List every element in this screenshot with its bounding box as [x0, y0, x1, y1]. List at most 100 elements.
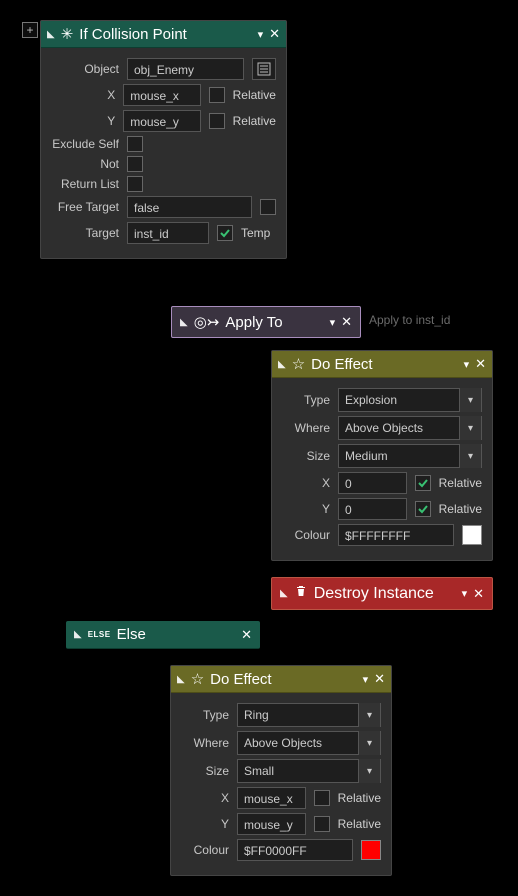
node-if-collision-point[interactable]: ◣ ✳ If Collision Point ▾ ✕ Object obj_En…: [40, 20, 287, 259]
apply-to-icon: ◎↣: [194, 313, 220, 331]
chevron-down-icon[interactable]: ▾: [459, 444, 481, 468]
node-title: Apply To: [225, 314, 323, 331]
y-input[interactable]: mouse_y: [237, 813, 306, 835]
close-icon[interactable]: ✕: [341, 314, 352, 330]
x-input[interactable]: mouse_x: [123, 84, 201, 106]
return-list-checkbox[interactable]: [127, 176, 143, 192]
collision-icon: ✳: [61, 25, 74, 43]
relative-y-checkbox[interactable]: [415, 501, 431, 517]
label-type: Type: [282, 393, 330, 407]
temp-checkbox[interactable]: [217, 225, 233, 241]
chevron-down-icon[interactable]: ▾: [358, 703, 380, 727]
collapse-triangle-icon[interactable]: ◣: [278, 359, 286, 370]
node-else[interactable]: ◣ ELSE Else ✕: [66, 621, 260, 649]
chevron-down-icon[interactable]: ▾: [330, 316, 336, 329]
chevron-down-icon[interactable]: ▾: [459, 388, 481, 412]
trash-icon: [294, 584, 308, 603]
relative-label: Relative: [439, 502, 482, 516]
temp-label: Temp: [241, 226, 270, 240]
label-y: Y: [51, 114, 115, 128]
object-input[interactable]: obj_Enemy: [127, 58, 244, 80]
node-header[interactable]: ◣ ✳ If Collision Point ▾ ✕: [41, 21, 286, 48]
size-select[interactable]: Small▾: [237, 759, 381, 783]
colour-input[interactable]: $FFFFFFFF: [338, 524, 454, 546]
collapse-triangle-icon[interactable]: ◣: [47, 29, 55, 40]
exclude-self-checkbox[interactable]: [127, 136, 143, 152]
relative-y-label: Relative: [233, 114, 276, 128]
relative-x-checkbox[interactable]: [209, 87, 224, 103]
chevron-down-icon[interactable]: ▾: [464, 358, 470, 371]
relative-x-checkbox[interactable]: [314, 790, 330, 806]
y-input[interactable]: 0: [338, 498, 407, 520]
free-target-checkbox[interactable]: [260, 199, 276, 215]
not-checkbox[interactable]: [127, 156, 143, 172]
x-input[interactable]: 0: [338, 472, 407, 494]
type-select[interactable]: Ring▾: [237, 703, 381, 727]
label-where: Where: [282, 421, 330, 435]
node-destroy-instance[interactable]: ◣ Destroy Instance ▾ ✕: [271, 577, 493, 610]
chevron-down-icon[interactable]: ▾: [358, 731, 380, 755]
y-input[interactable]: mouse_y: [123, 110, 201, 132]
close-icon[interactable]: ✕: [269, 26, 280, 42]
relative-x-checkbox[interactable]: [415, 475, 431, 491]
colour-swatch[interactable]: [361, 840, 381, 860]
node-title: Destroy Instance: [314, 585, 456, 603]
label-where: Where: [181, 736, 229, 750]
relative-x-label: Relative: [233, 88, 276, 102]
star-icon: ☆: [292, 355, 305, 373]
chevron-down-icon[interactable]: ▾: [363, 673, 369, 686]
relative-y-checkbox[interactable]: [209, 113, 224, 129]
chevron-down-icon[interactable]: ▾: [358, 759, 380, 783]
free-target-input[interactable]: false: [127, 196, 252, 218]
relative-label: Relative: [338, 817, 381, 831]
add-action-button[interactable]: +: [22, 22, 38, 38]
apply-to-side-label: Apply to inst_id: [369, 313, 450, 327]
close-icon[interactable]: ✕: [374, 671, 385, 687]
colour-swatch[interactable]: [462, 525, 482, 545]
node-title: Else: [117, 626, 235, 643]
where-select[interactable]: Above Objects▾: [237, 731, 381, 755]
label-return: Return List: [51, 177, 119, 191]
collapse-triangle-icon[interactable]: ◣: [280, 588, 288, 599]
close-icon[interactable]: ✕: [473, 586, 484, 602]
node-do-effect-1[interactable]: ◣ ☆ Do Effect ▾ ✕ Type Explosion▾ Where …: [271, 350, 493, 561]
close-icon[interactable]: ✕: [241, 627, 252, 643]
colour-input[interactable]: $FF0000FF: [237, 839, 353, 861]
label-type: Type: [181, 708, 229, 722]
node-apply-to[interactable]: ◣ ◎↣ Apply To ▾ ✕: [171, 306, 361, 338]
chevron-down-icon[interactable]: ▾: [462, 587, 468, 600]
relative-label: Relative: [439, 476, 482, 490]
chevron-down-icon[interactable]: ▾: [258, 28, 264, 41]
label-y: Y: [181, 817, 229, 831]
label-size: Size: [282, 449, 330, 463]
relative-label: Relative: [338, 791, 381, 805]
label-colour: Colour: [282, 528, 330, 542]
x-input[interactable]: mouse_x: [237, 787, 306, 809]
label-y: Y: [282, 502, 330, 516]
label-object: Object: [51, 62, 119, 76]
node-title: Do Effect: [311, 356, 457, 373]
label-x: X: [181, 791, 229, 805]
relative-y-checkbox[interactable]: [314, 816, 330, 832]
else-badge-icon: ELSE: [88, 630, 111, 639]
collapse-triangle-icon[interactable]: ◣: [177, 674, 185, 685]
object-picker-button[interactable]: [252, 58, 276, 80]
size-select[interactable]: Medium▾: [338, 444, 482, 468]
collapse-triangle-icon[interactable]: ◣: [74, 629, 82, 640]
close-icon[interactable]: ✕: [475, 356, 486, 372]
label-colour: Colour: [181, 843, 229, 857]
target-input[interactable]: inst_id: [127, 222, 209, 244]
where-select[interactable]: Above Objects▾: [338, 416, 482, 440]
label-not: Not: [51, 157, 119, 171]
label-free-target: Free Target: [51, 200, 119, 214]
label-target: Target: [51, 226, 119, 240]
collapse-triangle-icon[interactable]: ◣: [180, 317, 188, 328]
chevron-down-icon[interactable]: ▾: [459, 416, 481, 440]
label-size: Size: [181, 764, 229, 778]
label-x: X: [51, 88, 115, 102]
node-title: Do Effect: [210, 671, 356, 688]
type-select[interactable]: Explosion▾: [338, 388, 482, 412]
label-x: X: [282, 476, 330, 490]
node-do-effect-2[interactable]: ◣ ☆ Do Effect ▾ ✕ Type Ring▾ Where Above…: [170, 665, 392, 876]
label-exclude: Exclude Self: [51, 137, 119, 151]
